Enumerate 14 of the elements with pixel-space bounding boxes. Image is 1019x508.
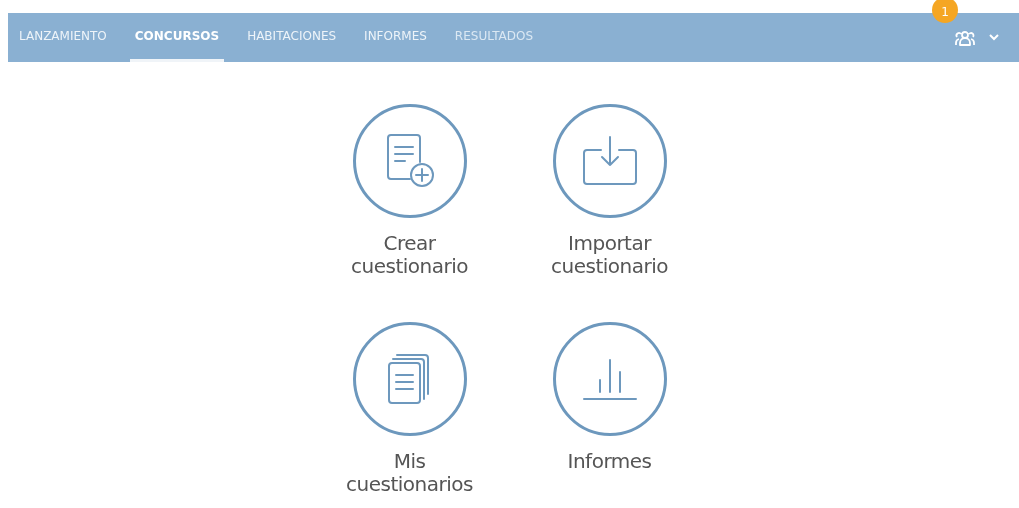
tile-label: Crear cuestionario <box>350 232 469 278</box>
nav-tab[interactable]: CONCURSOS <box>129 13 225 62</box>
chevron-down-icon[interactable] <box>989 34 999 41</box>
tile-label: Importar cuestionario <box>550 232 669 278</box>
tray-download-icon <box>580 135 639 187</box>
nav-tab[interactable]: INFORMES <box>359 13 432 62</box>
nav-tab[interactable]: LANZAMIENTO <box>14 13 112 62</box>
users-icon <box>953 29 977 46</box>
tile-label: Informes <box>566 450 653 473</box>
account-button[interactable] <box>953 29 977 46</box>
tile-label: Mis cuestionarios <box>345 450 474 496</box>
notification-badge: 1 <box>932 0 958 23</box>
bar-chart-icon <box>580 356 639 402</box>
nav-tab[interactable]: HABITACIONES <box>242 13 342 62</box>
